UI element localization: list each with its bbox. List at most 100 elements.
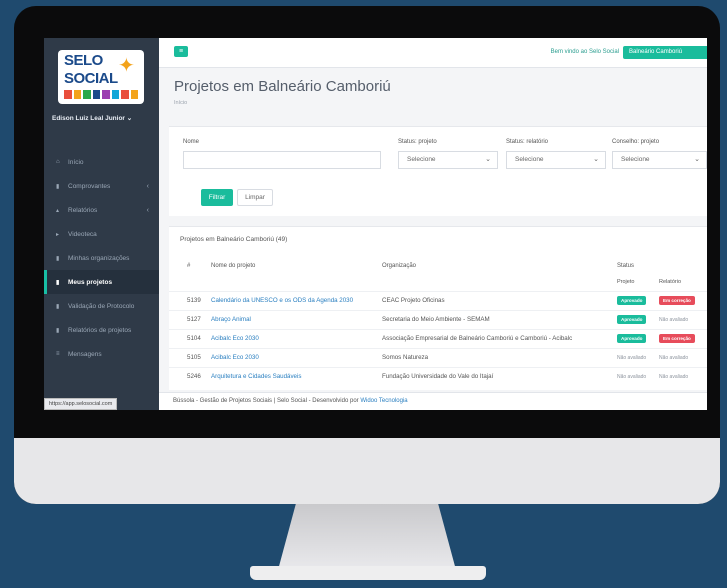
- project-link[interactable]: Calendário da UNESCO e os ODS da Agenda …: [211, 297, 353, 304]
- monitor-chin: [14, 438, 720, 504]
- sidebar-item-label: Comprovantes: [68, 182, 111, 190]
- sidebar-item-label: Relatórios: [68, 206, 98, 214]
- filter-panel: Nome Status: projeto Selecione ⌄ Status: …: [169, 126, 707, 216]
- monitor-base: [250, 566, 486, 580]
- status-badge: Aprovado: [617, 334, 647, 343]
- select-value: Selecione: [407, 156, 436, 163]
- project-link[interactable]: Acibalc Eco 2030: [211, 335, 259, 342]
- chevron-left-icon: ‹: [146, 182, 149, 190]
- footer-text: Bússola - Gestão de Projetos Sociais | S…: [173, 398, 361, 404]
- status-text: Não avaliado: [659, 355, 689, 361]
- file-icon: ▮: [56, 255, 60, 262]
- chevron-left-icon: ‹: [146, 206, 149, 214]
- projects-table-panel: Projetos em Balneário Camboriú (49) # No…: [169, 226, 707, 390]
- sidebar-item-label: Videoteca: [68, 230, 97, 238]
- user-menu[interactable]: Edison Luiz Leal Junior ⌄: [52, 114, 132, 122]
- file-icon: ▮: [56, 279, 60, 286]
- chevron-down-icon: ⌄: [694, 156, 700, 163]
- col-name: Nome do projeto: [211, 263, 256, 269]
- status-text: Não avaliado: [617, 355, 647, 361]
- table-row[interactable]: 5105 Acibalc Eco 2030 Somos Natureza Não…: [169, 348, 707, 367]
- message-icon: ≡: [56, 351, 60, 357]
- star-icon: ✦: [118, 55, 135, 77]
- screen: SELO SOCIAL ✦ Edison Luiz Leal Junior ⌄ …: [44, 38, 707, 410]
- file-icon: ▮: [56, 303, 60, 310]
- name-filter-input[interactable]: [183, 151, 381, 169]
- col-num: #: [187, 263, 191, 269]
- row-id: 5105: [187, 354, 201, 361]
- home-icon: ⌂: [56, 159, 60, 165]
- sidebar-item-comprovantes[interactable]: ▮ Comprovantes ‹: [44, 174, 159, 198]
- selo-social-logo: SELO SOCIAL ✦: [58, 50, 144, 104]
- footer-link[interactable]: Widoo Tecnologia: [360, 398, 407, 404]
- clear-button[interactable]: Limpar: [237, 189, 273, 206]
- menu-toggle-button[interactable]: ≡: [174, 46, 188, 57]
- status-text: Não avaliado: [659, 374, 689, 380]
- status-bar-url: https://app.selosocial.com: [44, 398, 118, 410]
- status-relatorio-label: Status: relatório: [506, 139, 549, 145]
- status-badge: Aprovado: [617, 296, 647, 305]
- project-link[interactable]: Acibalc Eco 2030: [211, 354, 259, 361]
- row-org: CEAC Projeto Oficinas: [382, 297, 445, 304]
- status-projeto-label: Status: projeto: [398, 139, 437, 145]
- col-projeto: Projeto: [617, 279, 635, 285]
- sidebar-item-label: Minhas organizações: [68, 254, 130, 262]
- page-title: Projetos em Balneário Camboriú: [174, 78, 391, 95]
- project-link[interactable]: Arquitetura e Cidades Saudáveis: [211, 373, 301, 380]
- status-relatorio-select[interactable]: Selecione ⌄: [506, 151, 606, 169]
- row-org: Secretaria do Meio Ambiente - SEMAM: [382, 316, 490, 323]
- logo-color-stripe: [64, 90, 138, 99]
- sidebar-item-label: Validação de Protocolo: [68, 302, 135, 310]
- row-id: 5139: [187, 297, 201, 304]
- file-icon: ▮: [56, 183, 60, 190]
- status-projeto-select[interactable]: Selecione ⌄: [398, 151, 498, 169]
- status-badge: Em correção: [659, 296, 695, 305]
- row-id: 5104: [187, 335, 201, 342]
- row-org: Associação Empresarial de Balneário Camb…: [382, 335, 573, 342]
- sidebar-item-meus-projetos[interactable]: ▮ Meus projetos: [44, 270, 159, 294]
- table-title: Projetos em Balneário Camboriú (49): [180, 236, 288, 243]
- col-relatorio: Relatório: [659, 279, 682, 285]
- breadcrumb[interactable]: Início: [174, 100, 187, 106]
- sidebar: SELO SOCIAL ✦ Edison Luiz Leal Junior ⌄ …: [44, 38, 159, 410]
- sidebar-item-label: Início: [68, 158, 84, 166]
- row-id: 5127: [187, 316, 201, 323]
- footer: Bússola - Gestão de Projetos Sociais | S…: [159, 392, 707, 410]
- name-filter-label: Nome: [183, 139, 200, 145]
- hamburger-icon: ≡: [178, 48, 184, 55]
- row-org: Fundação Universidade do Vale do Itajaí: [382, 373, 494, 380]
- sidebar-item-mensagens[interactable]: ≡ Mensagens: [44, 342, 159, 366]
- topbar: ≡ Bem vindo ao Selo Social Balneário Cam…: [159, 38, 707, 68]
- table-row[interactable]: 5127 Abraço Animal Secretaria do Meio Am…: [169, 310, 707, 329]
- project-link[interactable]: Abraço Animal: [211, 316, 251, 323]
- status-text: Não avaliado: [659, 317, 689, 323]
- monitor-stand: [278, 504, 456, 570]
- select-value: Selecione: [621, 156, 650, 163]
- select-value: Selecione: [515, 156, 544, 163]
- sidebar-item-relatorios-projetos[interactable]: ▮ Relatórios de projetos: [44, 318, 159, 342]
- status-text: Não avaliado: [617, 374, 647, 380]
- table-row[interactable]: 5104 Acibalc Eco 2030 Associação Empresa…: [169, 329, 707, 348]
- file-icon: ▮: [56, 327, 60, 334]
- video-icon: ▸: [56, 231, 60, 238]
- sidebar-item-label: Relatórios de projetos: [68, 326, 132, 334]
- sidebar-item-relatorios[interactable]: ▴ Relatórios ‹: [44, 198, 159, 222]
- welcome-text: Bem vindo ao Selo Social: [550, 49, 619, 55]
- location-button[interactable]: Balneário Camboriú: [623, 46, 707, 59]
- sidebar-item-videoteca[interactable]: ▸ Videoteca: [44, 222, 159, 246]
- sidebar-item-minhas-organizacoes[interactable]: ▮ Minhas organizações: [44, 246, 159, 270]
- col-status: Status: [617, 263, 635, 269]
- row-id: 5246: [187, 373, 201, 380]
- sidebar-item-label: Meus projetos: [68, 278, 113, 286]
- sidebar-item-inicio[interactable]: ⌂ Início: [44, 150, 159, 174]
- conselho-select[interactable]: Selecione ⌄: [612, 151, 707, 169]
- sidebar-nav: ⌂ Início ▮ Comprovantes ‹ ▴ Relatórios ‹ ▸ Vid…: [44, 150, 159, 366]
- chevron-down-icon: ⌄: [485, 156, 491, 163]
- sidebar-item-label: Mensagens: [68, 350, 102, 358]
- sidebar-item-validacao-protocolo[interactable]: ▮ Validação de Protocolo: [44, 294, 159, 318]
- status-badge: Aprovado: [617, 315, 647, 324]
- table-row[interactable]: 5139 Calendário da UNESCO e os ODS da Ag…: [169, 291, 707, 310]
- table-row[interactable]: 5246 Arquitetura e Cidades Saudáveis Fun…: [169, 367, 707, 386]
- filter-button[interactable]: Filtrar: [201, 189, 233, 206]
- chevron-down-icon: ⌄: [593, 156, 599, 163]
